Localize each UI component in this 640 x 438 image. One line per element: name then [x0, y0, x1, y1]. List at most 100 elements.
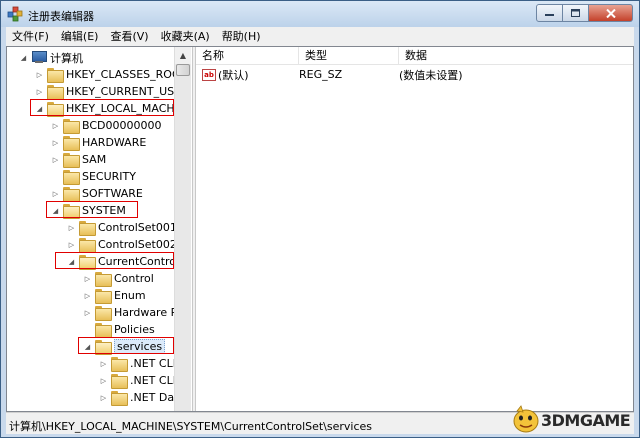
menu-help[interactable]: 帮助(H)	[216, 27, 267, 46]
tree-line-spacer	[51, 168, 60, 185]
tree-item-label: CurrentControlSet	[98, 255, 174, 268]
column-header-type[interactable]: 类型	[299, 47, 399, 65]
tree-item-security[interactable]: SECURITY	[51, 168, 136, 185]
mascot-icon	[513, 405, 539, 433]
collapse-arrow-icon[interactable]: ◢	[67, 253, 76, 270]
value-data: (数值未设置)	[399, 68, 463, 82]
expand-arrow-icon[interactable]: ▷	[83, 304, 92, 321]
tree-item-hardware[interactable]: ▷ HARDWARE	[51, 134, 146, 151]
tree-item-currentcontrolset[interactable]: ◢ CurrentControlSet	[67, 253, 174, 270]
folder-open-icon	[95, 340, 112, 355]
tree-item-net-clr-data[interactable]: ▷ .NET CLR Data	[99, 355, 174, 372]
tree-item-policies[interactable]: Policies	[83, 321, 155, 338]
folder-icon	[79, 238, 96, 253]
tree-item-label: SOFTWARE	[82, 187, 143, 200]
tree-item-enum[interactable]: ▷ Enum	[83, 287, 146, 304]
folder-icon	[95, 289, 112, 304]
folder-icon	[47, 68, 64, 83]
status-path: 计算机\HKEY_LOCAL_MACHINE\SYSTEM\CurrentCon…	[9, 420, 373, 433]
tree-item-label: HKEY_CLASSES_ROOT	[66, 68, 174, 81]
minimize-button[interactable]	[536, 4, 563, 22]
tree-item-label: 计算机	[50, 51, 83, 65]
tree-item-hkey-current-user[interactable]: ▷ HKEY_CURRENT_USER	[35, 83, 174, 100]
tree-item-label: .NET Data Provider	[130, 391, 174, 404]
menu-view[interactable]: 查看(V)	[104, 27, 154, 46]
tree-item-label: .NET CLR Networking	[130, 374, 174, 387]
folder-icon	[63, 187, 80, 202]
expand-arrow-icon[interactable]: ▷	[51, 117, 60, 134]
expand-arrow-icon[interactable]: ▷	[35, 83, 44, 100]
expand-arrow-icon[interactable]: ▷	[35, 66, 44, 83]
value-row[interactable]: ab (默认) REG_SZ (数值未设置)	[196, 66, 463, 83]
tree-item-label: Enum	[114, 289, 146, 302]
folder-icon	[63, 153, 80, 168]
tree-item-control[interactable]: ▷ Control	[83, 270, 154, 287]
collapse-arrow-icon[interactable]: ◢	[51, 202, 60, 219]
tree-item-system[interactable]: ◢ SYSTEM	[51, 202, 126, 219]
client-area: ◢ 计算机 ▷ HKEY_CLASSES_ROOT ▷ HKEY_CURRENT…	[6, 46, 634, 412]
expand-arrow-icon[interactable]: ▷	[83, 287, 92, 304]
tree-vertical-scrollbar[interactable]: ▲	[174, 47, 191, 411]
folder-open-icon	[79, 255, 96, 270]
string-value-icon: ab	[202, 68, 216, 81]
tree-item-label: Hardware Profiles	[114, 306, 174, 319]
folder-icon	[63, 136, 80, 151]
tree-item-sam[interactable]: ▷ SAM	[51, 151, 106, 168]
expand-arrow-icon[interactable]: ▷	[99, 389, 108, 406]
watermark-text: 3DMGAME	[541, 411, 631, 430]
folder-icon	[95, 306, 112, 321]
menu-file[interactable]: 文件(F)	[6, 27, 55, 46]
tree-item-net-clr-networking[interactable]: ▷ .NET CLR Networking	[99, 372, 174, 389]
expand-arrow-icon[interactable]: ▷	[51, 185, 60, 202]
tree-item-bcd[interactable]: ▷ BCD00000000	[51, 117, 162, 134]
tree-item-controlset001[interactable]: ▷ ControlSet001	[67, 219, 174, 236]
column-header-name[interactable]: 名称	[196, 47, 299, 65]
tree-line-spacer	[83, 321, 92, 338]
expand-arrow-icon[interactable]: ▷	[99, 372, 108, 389]
folder-icon	[95, 323, 112, 338]
folder-icon	[111, 391, 128, 406]
tree-item-computer[interactable]: ◢ 计算机	[19, 49, 83, 66]
folder-icon	[63, 170, 80, 185]
tree-item-label: .NET CLR Data	[130, 357, 174, 370]
tree-item-controlset002[interactable]: ▷ ControlSet002	[67, 236, 174, 253]
expand-arrow-icon[interactable]: ▷	[67, 219, 76, 236]
window-controls	[536, 4, 633, 23]
collapse-arrow-icon[interactable]: ◢	[35, 100, 44, 117]
maximize-button[interactable]	[563, 4, 589, 22]
expand-arrow-icon[interactable]: ▷	[99, 355, 108, 372]
tree-item-hardware-profiles[interactable]: ▷ Hardware Profiles	[83, 304, 174, 321]
collapse-arrow-icon[interactable]: ◢	[83, 338, 92, 355]
scroll-up-arrow-icon[interactable]: ▲	[175, 47, 191, 64]
tree-item-label: Control	[114, 272, 154, 285]
folder-icon	[111, 357, 128, 372]
close-button[interactable]	[589, 4, 633, 22]
values-list-pane: 名称 类型 数据 ab (默认) REG_SZ (数值未设置)	[196, 47, 633, 411]
collapse-arrow-icon[interactable]: ◢	[19, 49, 28, 66]
menu-favorites[interactable]: 收藏夹(A)	[155, 27, 216, 46]
title-bar[interactable]: 注册表编辑器	[1, 1, 639, 27]
tree-item-net-data-provider[interactable]: ▷ .NET Data Provider	[99, 389, 174, 406]
menu-edit[interactable]: 编辑(E)	[55, 27, 105, 46]
scrollbar-thumb[interactable]	[176, 64, 190, 76]
expand-arrow-icon[interactable]: ▷	[83, 270, 92, 287]
folder-icon	[63, 119, 80, 134]
registry-tree-pane: ◢ 计算机 ▷ HKEY_CLASSES_ROOT ▷ HKEY_CURRENT…	[7, 47, 192, 411]
expand-arrow-icon[interactable]: ▷	[67, 236, 76, 253]
value-name: (默认)	[218, 68, 249, 82]
window-title: 注册表编辑器	[28, 10, 94, 23]
column-header-data[interactable]: 数据	[399, 47, 633, 65]
expand-arrow-icon[interactable]: ▷	[51, 134, 60, 151]
tree-item-label: HARDWARE	[82, 136, 147, 149]
tree-item-software[interactable]: ▷ SOFTWARE	[51, 185, 143, 202]
folder-open-icon	[63, 204, 80, 219]
tree-item-hkey-local-machine[interactable]: ◢ HKEY_LOCAL_MACHINE	[35, 100, 174, 117]
tree-item-label: SYSTEM	[82, 204, 126, 217]
tree-item-hkey-classes-root[interactable]: ▷ HKEY_CLASSES_ROOT	[35, 66, 174, 83]
tree-item-label: SECURITY	[82, 170, 136, 183]
watermark-logo: 3DMGAME	[511, 403, 631, 435]
folder-icon	[79, 221, 96, 236]
folder-icon	[47, 85, 64, 100]
expand-arrow-icon[interactable]: ▷	[51, 151, 60, 168]
tree-item-services[interactable]: ◢ services	[83, 338, 166, 355]
